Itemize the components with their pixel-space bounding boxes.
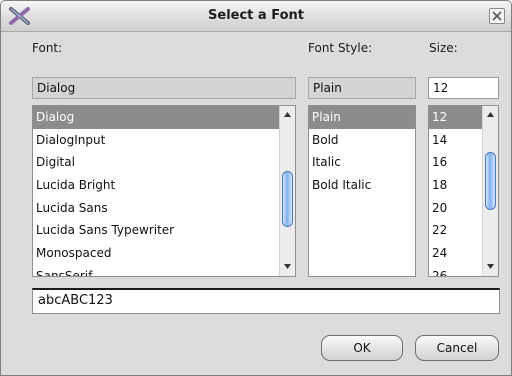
font-style-list-item[interactable]: Bold [309,129,415,152]
close-icon [492,11,502,21]
arrow-up-icon [284,112,291,117]
scroll-up-arrow[interactable] [280,108,295,122]
font-style-list-item[interactable]: Plain [309,106,415,129]
font-list-item[interactable]: Lucida Sans Typewriter [33,219,295,242]
font-style-list[interactable]: Plain Bold Italic Bold Italic [308,105,416,277]
font-list-item[interactable]: Dialog [33,106,295,129]
scroll-down-arrow[interactable] [483,260,498,274]
scroll-down-arrow[interactable] [280,260,295,274]
size-label: Size: [429,41,458,55]
font-style-items: Plain Bold Italic Bold Italic [309,106,415,197]
scroll-up-arrow[interactable] [483,108,498,122]
font-list-item[interactable]: DialogInput [33,129,295,152]
arrow-down-icon [487,264,494,269]
font-label: Font: [32,41,63,55]
font-list-item[interactable]: Lucida Sans [33,197,295,220]
arrow-up-icon [487,112,494,117]
font-scroll-thumb[interactable] [282,171,293,227]
size-scroll-thumb[interactable] [485,152,496,210]
font-style-value-field: Plain [308,77,416,99]
ok-button[interactable]: OK [321,335,403,361]
dialog-title: Select a Font [208,8,304,23]
font-list-item[interactable]: Lucida Bright [33,174,295,197]
cancel-button[interactable]: Cancel [415,335,499,361]
title-bar[interactable]: Select a Font [1,1,511,32]
font-style-list-item[interactable]: Italic [309,151,415,174]
arrow-down-icon [284,264,291,269]
font-items: Dialog DialogInput Digital Lucida Bright Luc… [33,106,295,276]
font-list-item[interactable]: Digital [33,151,295,174]
font-value-field: Dialog [32,77,296,99]
font-style-list-item[interactable]: Bold Italic [309,174,415,197]
font-dialog: Select a Font Font: Font Style: Size: Di… [0,0,512,376]
size-list[interactable]: 12 14 16 18 20 22 24 26 [428,105,499,277]
font-list[interactable]: Dialog DialogInput Digital Lucida Bright Luc… [32,105,296,277]
font-preview[interactable]: abcABC123 [32,288,500,314]
font-list-scrollbar[interactable] [279,106,295,276]
close-button[interactable] [489,8,505,24]
size-list-scrollbar[interactable] [482,106,498,276]
font-list-item[interactable]: Monospaced [33,242,295,265]
font-list-item[interactable]: SansSerif [33,265,295,276]
size-input[interactable]: 12 [428,77,499,99]
font-style-label: Font Style: [308,41,373,55]
